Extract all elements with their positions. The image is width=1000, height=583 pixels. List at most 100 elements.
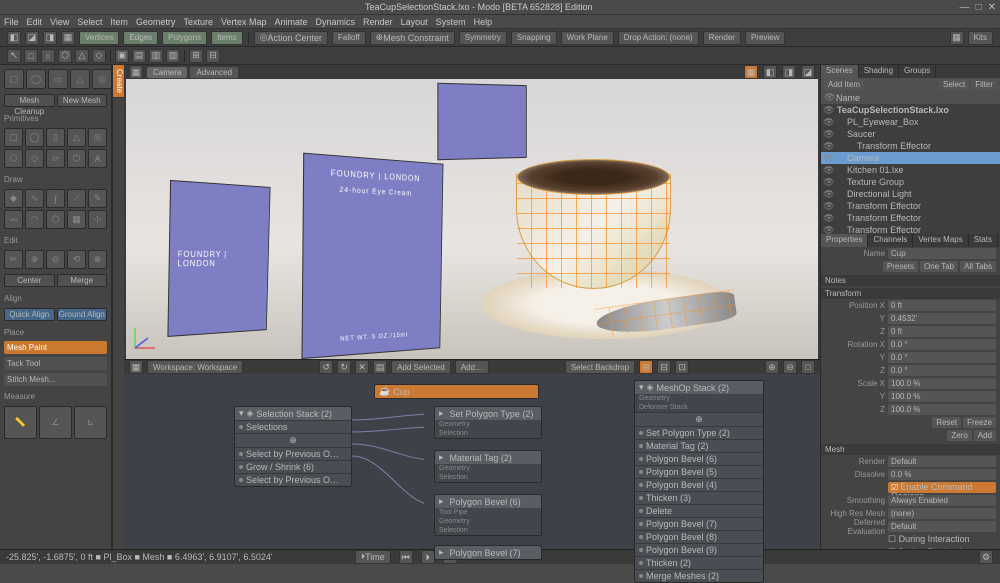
mesh-section[interactable]: Mesh <box>821 444 1000 455</box>
prim-icon[interactable]: ◎ <box>88 128 107 147</box>
enable-cmd-checkbox[interactable]: ☑ Enable Command Regions <box>888 482 996 493</box>
node-selection-stack[interactable]: ▾◈Selection Stack (2) Selections ⊕ Selec… <box>234 406 352 487</box>
maximize-button[interactable]: □ <box>976 2 982 13</box>
menu-edit[interactable]: Edit <box>27 17 43 27</box>
vp-option-icon[interactable]: ◧ <box>763 65 777 79</box>
draw-icon[interactable]: ⟋ <box>67 189 86 208</box>
reset-button[interactable]: Reset <box>932 417 961 428</box>
add-selected-button[interactable]: Add Selected <box>391 360 451 374</box>
prim-icon[interactable]: ◯ <box>25 128 44 147</box>
pos-y-input[interactable]: 0.4532' <box>888 313 996 324</box>
add-item-button[interactable]: Add Item <box>824 79 864 90</box>
groups-tab[interactable]: Groups <box>899 65 936 78</box>
deferred-dropdown[interactable]: Default <box>888 521 996 532</box>
merge-button[interactable]: Merge <box>57 274 108 287</box>
rot-z-input[interactable]: 0.0 ° <box>888 365 996 376</box>
visibility-icon[interactable]: 👁 <box>823 117 833 128</box>
tool-icon[interactable]: ⊞ <box>189 49 203 63</box>
prim-cube-icon[interactable]: ▢ <box>4 69 24 89</box>
tree-row[interactable]: 👁Directional Light <box>821 188 1000 200</box>
presets-button[interactable]: Presets <box>883 261 918 272</box>
name-input[interactable]: Cup <box>888 248 996 259</box>
smoothing-dropdown[interactable]: Always Enabled <box>888 495 996 506</box>
symmetry-button[interactable]: Symmetry <box>459 31 507 45</box>
all-tabs-button[interactable]: All Tabs <box>960 261 996 272</box>
select-button[interactable]: Select <box>939 79 969 90</box>
tool-icon[interactable]: ◧ <box>7 31 21 45</box>
tree-row[interactable]: 👁Kitchen 01.lxe <box>821 164 1000 176</box>
visibility-icon[interactable]: 👁 <box>823 189 833 200</box>
snapping-button[interactable]: Snapping <box>511 31 557 45</box>
visibility-icon[interactable]: 👁 <box>823 177 833 188</box>
pos-x-input[interactable]: 0 ft <box>888 300 996 311</box>
ground-align-button[interactable]: Ground Align <box>57 308 108 321</box>
draw-icon[interactable]: ∫ <box>46 189 65 208</box>
playback-icon[interactable]: ⏮ <box>399 550 413 564</box>
axis-gizmo[interactable] <box>130 323 160 355</box>
visibility-icon[interactable]: 👁 <box>823 153 833 164</box>
prim-icon[interactable]: ⬡ <box>67 149 86 168</box>
drop-action-button[interactable]: Drop Action: (none) <box>618 31 699 45</box>
quick-align-button[interactable]: Quick Align <box>4 308 55 321</box>
measure-icon[interactable]: 📏 <box>4 406 37 439</box>
center-button[interactable]: Center <box>4 274 55 287</box>
draw-icon[interactable]: ▦ <box>67 210 86 229</box>
node-icon[interactable]: ↻ <box>337 360 351 374</box>
node-meshop-stack[interactable]: ▾◈MeshOp Stack (2) Geometry Deformer Sta… <box>634 380 764 583</box>
scale-z-input[interactable]: 100.0 % <box>888 404 996 415</box>
draw-icon[interactable]: ✎ <box>88 189 107 208</box>
tool-icon[interactable]: △ <box>75 49 89 63</box>
layout-icon[interactable]: ▦ <box>950 31 964 45</box>
prim-cone-icon[interactable]: △ <box>70 69 90 89</box>
3d-viewport[interactable]: FOUNDRY | LONDON FOUNDRY | LONDON 24-hou… <box>126 79 818 359</box>
tree-row[interactable]: 👁PL_Eyewear_Box <box>821 116 1000 128</box>
visibility-icon[interactable]: 👁 <box>823 105 833 116</box>
tool-icon[interactable]: ⊟ <box>206 49 220 63</box>
visibility-icon[interactable]: 👁 <box>823 225 833 235</box>
tool-icon[interactable]: ▨ <box>166 49 180 63</box>
text-icon[interactable]: A <box>88 149 107 168</box>
status-icon[interactable]: ⚙ <box>979 550 993 564</box>
draw-icon[interactable]: ∿ <box>25 189 44 208</box>
tool-icon[interactable]: ▤ <box>132 49 146 63</box>
tree-row[interactable]: 👁Transform Effector <box>821 200 1000 212</box>
node-polygon-bevel[interactable]: ▸Polygon Bevel (6) Tool Pipe Geometry Se… <box>434 494 542 536</box>
channels-tab[interactable]: Channels <box>868 234 913 247</box>
visibility-icon[interactable]: 👁 <box>823 201 833 212</box>
tree-row[interactable]: 👁Transform Effector <box>821 224 1000 234</box>
prim-icon[interactable]: ▢ <box>4 128 23 147</box>
menu-geometry[interactable]: Geometry <box>136 17 176 27</box>
edit-icon[interactable]: ⊗ <box>88 250 107 269</box>
node-polygon-bevel-b[interactable]: ▸Polygon Bevel (7) <box>434 545 542 560</box>
tool-icon[interactable]: ◪ <box>25 31 39 45</box>
tool-icon[interactable]: ⬡ <box>58 49 72 63</box>
camera-tab[interactable]: Camera <box>147 67 187 78</box>
menu-view[interactable]: View <box>50 17 69 27</box>
menu-vertex-map[interactable]: Vertex Map <box>221 17 267 27</box>
tool-icon[interactable]: ◨ <box>43 31 57 45</box>
transform-section[interactable]: Transform <box>821 288 1000 299</box>
draw-icon[interactable]: ⬡ <box>46 210 65 229</box>
draw-icon[interactable]: ◠ <box>25 210 44 229</box>
tree-row[interactable]: 👁TeaCupSelectionStack.lxo <box>821 104 1000 116</box>
preview-button[interactable]: Preview <box>745 31 785 45</box>
menu-render[interactable]: Render <box>363 17 393 27</box>
tool-icon[interactable]: ○ <box>41 49 55 63</box>
menu-animate[interactable]: Animate <box>274 17 307 27</box>
tool-icon[interactable]: □ <box>24 49 38 63</box>
node-opt-icon[interactable]: ⊡ <box>675 360 689 374</box>
node-opt-icon[interactable]: ⊞ <box>639 360 653 374</box>
vertex-maps-tab[interactable]: Vertex Maps <box>913 234 968 247</box>
visibility-icon[interactable]: 👁 <box>823 165 833 176</box>
measure-icon[interactable]: ⊾ <box>74 406 107 439</box>
prim-icon[interactable]: ▱ <box>46 149 65 168</box>
zero-button[interactable]: Zero <box>947 430 971 441</box>
name-column-header[interactable]: Name <box>836 93 997 103</box>
draw-icon[interactable]: 〰 <box>4 210 23 229</box>
eye-icon[interactable]: 👁 <box>824 92 834 103</box>
tree-row[interactable]: 👁Saucer <box>821 128 1000 140</box>
render-button[interactable]: Render <box>703 31 741 45</box>
high-res-dropdown[interactable]: (none) <box>888 508 996 519</box>
edit-icon[interactable]: ⟲ <box>67 250 86 269</box>
menu-select[interactable]: Select <box>77 17 102 27</box>
